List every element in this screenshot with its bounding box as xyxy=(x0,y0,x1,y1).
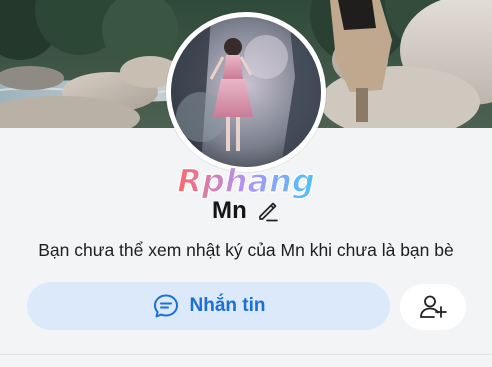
avatar[interactable] xyxy=(166,12,326,172)
message-button[interactable]: Nhắn tin xyxy=(27,282,390,330)
svg-text:Rphang: Rphang xyxy=(177,162,315,200)
pencil-icon[interactable] xyxy=(256,199,280,223)
chat-bubble-icon xyxy=(152,292,180,320)
profile-screen: Rphang Mn Bạn chưa thể xem nhật ký của M… xyxy=(0,0,492,367)
profile-name: Mn xyxy=(211,197,248,224)
add-friend-button[interactable] xyxy=(400,284,466,330)
message-button-label: Nhắn tin xyxy=(189,295,266,316)
content-area xyxy=(0,355,492,367)
name-row: Mn xyxy=(0,196,492,226)
avatar-photo xyxy=(171,17,321,167)
diary-restricted-message: Bạn chưa thể xem nhật ký của Mn khi chưa… xyxy=(38,240,454,260)
add-friend-icon xyxy=(420,295,447,318)
